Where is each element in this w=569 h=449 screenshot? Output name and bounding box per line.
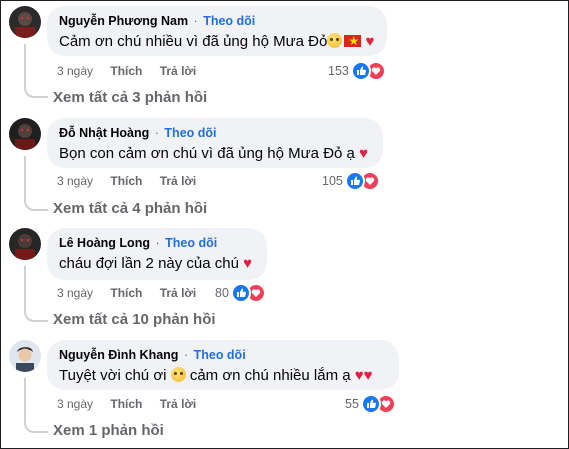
like-button[interactable]: Thích	[110, 286, 142, 300]
comment-author[interactable]: Lê Hoàng Long	[59, 236, 150, 250]
comment-time[interactable]: 3 ngày	[57, 286, 93, 300]
comment-text: Cảm ơn chú nhiều vì đã ủng hộ Mưa Đỏ ★ ♥	[59, 32, 375, 52]
like-button[interactable]: Thích	[110, 174, 142, 188]
reaction-summary[interactable]: 55	[345, 394, 396, 414]
comment-author[interactable]: Đỗ Nhật Hoàng	[59, 126, 149, 140]
reply-button[interactable]: Trả lời	[160, 174, 197, 188]
comment-author[interactable]: Nguyễn Đình Khang	[59, 348, 178, 362]
reaction-count: 105	[322, 174, 343, 188]
like-icon	[350, 61, 371, 81]
heart-icon: ♥	[365, 33, 375, 50]
view-replies-link[interactable]: Xem tất cả 3 phản hồi	[53, 89, 207, 106]
reaction-count: 153	[328, 64, 349, 78]
avatar[interactable]	[9, 340, 41, 372]
follow-button[interactable]: Theo dõi	[203, 14, 255, 28]
comment-text-body: Cảm ơn chú nhiều vì đã ủng hộ Mưa Đỏ	[59, 33, 328, 50]
thread-connector	[24, 44, 48, 98]
follow-button[interactable]: Theo dõi	[164, 126, 216, 140]
comment-bubble: Lê Hoàng Long · Theo dõi cháu đợi lần 2 …	[47, 228, 267, 280]
comment-text-body: cháu đợi lần 2 này của chú	[59, 255, 239, 272]
comment-time[interactable]: 3 ngày	[57, 397, 93, 411]
like-button[interactable]: Thích	[110, 397, 142, 411]
comment-author[interactable]: Nguyễn Phương Nam	[59, 14, 188, 28]
comment-bubble: Nguyễn Đình Khang · Theo dõi Tuyệt vời c…	[47, 340, 399, 390]
follow-button[interactable]: Theo dõi	[194, 348, 246, 362]
separator-dot: ·	[183, 348, 189, 362]
like-icon	[344, 171, 365, 191]
avatar[interactable]	[9, 228, 41, 260]
separator-dot: ·	[155, 236, 160, 250]
view-replies-link[interactable]: Xem tất cả 10 phản hồi	[53, 311, 216, 328]
comment-actions: 3 ngày Thích Trả lời	[57, 174, 210, 188]
avatar[interactable]	[9, 118, 41, 150]
like-icon	[360, 394, 381, 414]
thread-connector	[24, 156, 48, 211]
comment-actions: 3 ngày Thích Trả lời	[57, 286, 210, 300]
heart-icon: ♥	[359, 145, 368, 162]
comment-actions: 3 ngày Thích Trả lời	[57, 64, 210, 78]
comment-bubble: Nguyễn Phương Nam · Theo dõi Cảm ơn chú …	[47, 6, 387, 56]
pleading-face-emoji-icon	[170, 367, 186, 382]
separator-dot: ·	[193, 14, 198, 28]
comment-text: Tuyệt vời chú ơi cảm ơn chú nhiều lắm ạ …	[59, 366, 387, 386]
reply-button[interactable]: Trả lời	[160, 286, 197, 300]
reaction-summary[interactable]: 153	[328, 61, 386, 81]
comment-time[interactable]: 3 ngày	[57, 174, 93, 188]
reply-button[interactable]: Trả lời	[160, 397, 197, 411]
separator-dot: ·	[154, 126, 159, 140]
heart-icon: ♥	[354, 367, 364, 384]
comment-time[interactable]: 3 ngày	[57, 64, 93, 78]
view-replies-link[interactable]: Xem tất cả 4 phản hồi	[53, 200, 207, 217]
thread-connector	[24, 378, 48, 433]
comment-text: cháu đợi lần 2 này của chú ♥	[59, 254, 255, 274]
comment-text: Bọn con cảm ơn chú vì đã ủng hộ Mưa Đỏ ạ…	[59, 144, 371, 164]
face-emoji-icon	[327, 33, 343, 48]
reaction-summary[interactable]: 105	[322, 171, 380, 191]
comment-bubble: Đỗ Nhật Hoàng · Theo dõi Bọn con cảm ơn …	[47, 118, 383, 168]
avatar[interactable]	[9, 6, 41, 38]
comment-text-after: cảm ơn chú nhiều lắm ạ	[189, 367, 351, 384]
heart-icon: ♥	[243, 255, 253, 272]
follow-button[interactable]: Theo dõi	[165, 236, 217, 250]
reply-button[interactable]: Trả lời	[160, 64, 197, 78]
reaction-count: 55	[345, 397, 359, 411]
like-button[interactable]: Thích	[110, 64, 142, 78]
vietnam-flag-icon: ★	[344, 34, 362, 48]
reaction-count: 80	[215, 286, 229, 300]
comment-actions: 3 ngày Thích Trả lời	[57, 397, 210, 411]
thread-connector	[24, 266, 48, 322]
like-icon	[230, 283, 251, 303]
view-replies-link[interactable]: Xem 1 phản hồi	[53, 422, 164, 439]
reaction-summary[interactable]: 80	[215, 283, 266, 303]
heart-icon: ♥	[363, 367, 373, 384]
comment-text-body: Bọn con cảm ơn chú vì đã ủng hộ Mưa Đỏ ạ	[59, 145, 355, 162]
comment-text-before: Tuyệt vời chú ơi	[59, 367, 167, 384]
